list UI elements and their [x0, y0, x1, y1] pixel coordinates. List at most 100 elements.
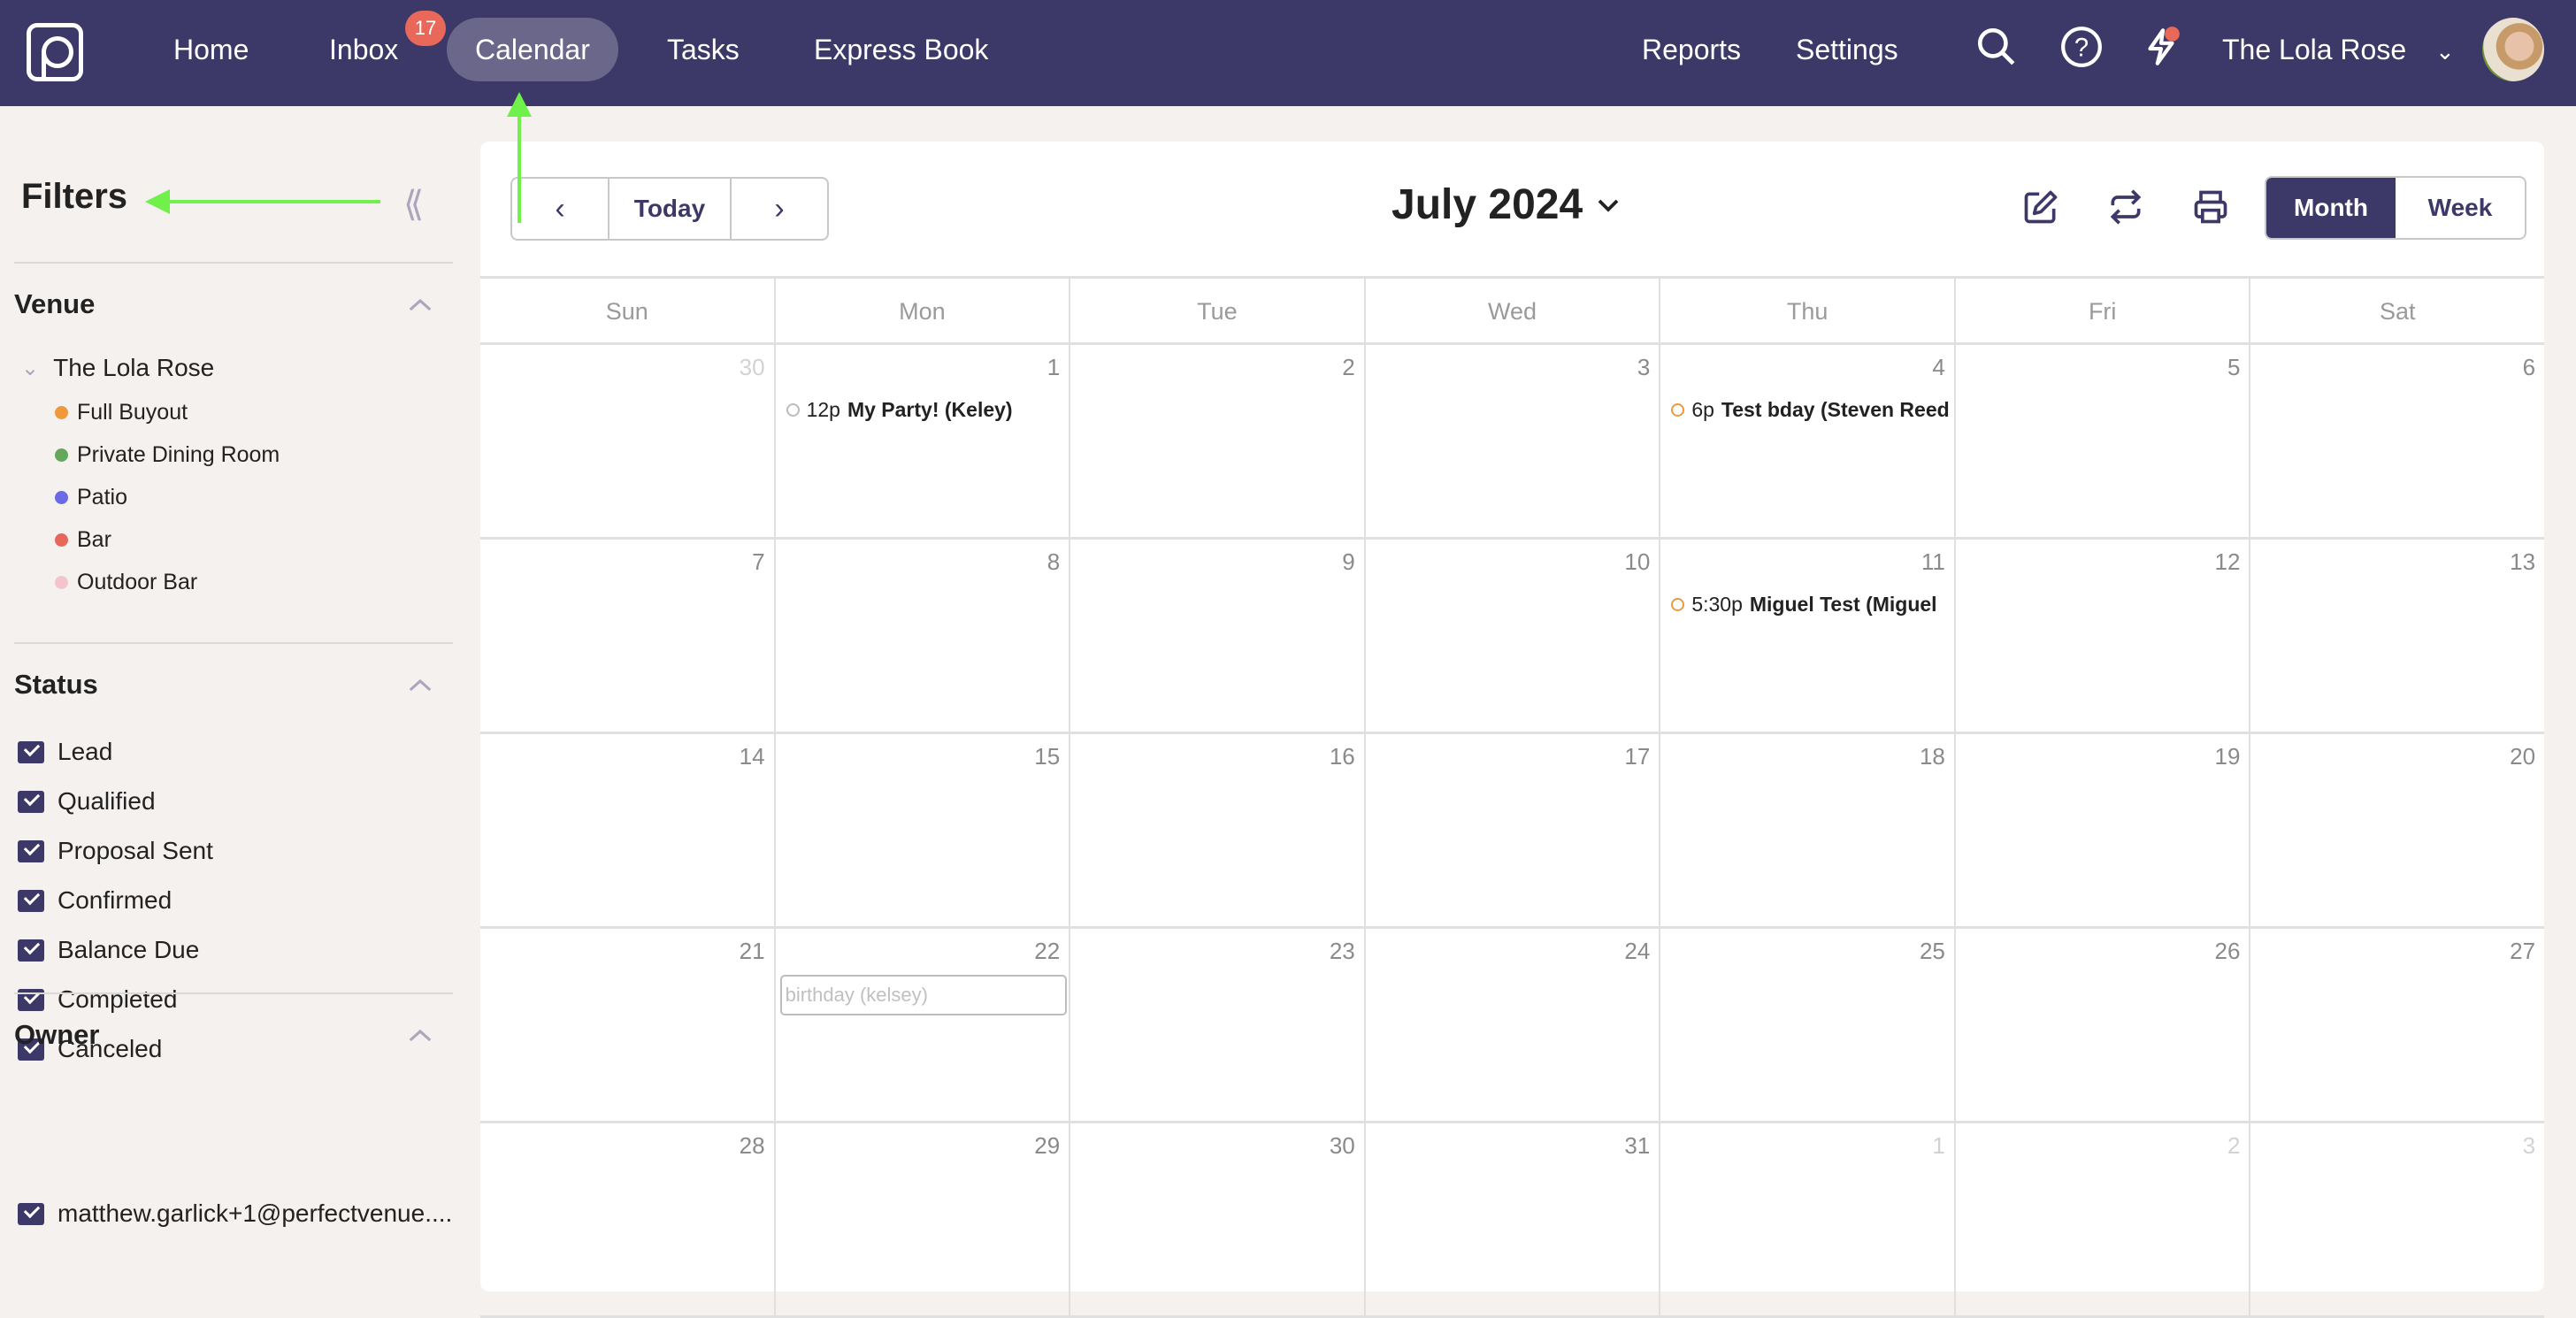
nav-express-book[interactable]: Express Book [786, 18, 1016, 81]
checkbox-checked-icon[interactable] [18, 1202, 44, 1225]
checkbox-checked-icon[interactable] [18, 939, 44, 962]
divider [14, 262, 453, 264]
user-avatar[interactable] [2482, 18, 2544, 81]
day-number: 13 [2510, 548, 2536, 575]
day-cell[interactable]: 13 [2249, 540, 2544, 732]
venue-space-item[interactable]: Bar [55, 527, 111, 553]
lightning-icon[interactable] [2139, 25, 2183, 69]
nav-tasks[interactable]: Tasks [639, 18, 768, 81]
day-number: 26 [2214, 938, 2241, 964]
day-cell[interactable]: 22 [773, 929, 1070, 1121]
checkbox-checked-icon[interactable] [18, 740, 44, 763]
divider [14, 992, 453, 994]
day-cell[interactable]: 30 [480, 345, 774, 537]
checkbox-checked-icon[interactable] [18, 790, 44, 813]
status-filter-item[interactable]: Confirmed [18, 886, 172, 915]
prev-month-button[interactable]: ‹ [512, 179, 608, 239]
day-cell[interactable]: 28 [480, 1123, 774, 1315]
day-number: 29 [1034, 1132, 1061, 1159]
nav-calendar[interactable]: Calendar [447, 18, 618, 81]
app-logo-icon[interactable] [27, 23, 83, 81]
chevron-up-icon[interactable] [407, 672, 433, 699]
day-cell[interactable]: 6 [2249, 345, 2544, 537]
day-number: 18 [1919, 743, 1945, 770]
day-number: 9 [1342, 548, 1355, 575]
status-filter-item[interactable]: Proposal Sent [18, 837, 213, 865]
day-number: 27 [2510, 938, 2536, 964]
calendar-event[interactable]: 5:30p Miguel Test (Miguel [1671, 593, 1954, 617]
calendar-event[interactable]: 12p My Party! (Keley) [786, 398, 1070, 422]
day-cell[interactable]: 16 [1069, 734, 1364, 926]
venue-tree-root[interactable]: ⌄ The Lola Rose [21, 354, 214, 382]
venue-space-label: Bar [77, 527, 111, 552]
day-cell[interactable]: 21 [480, 929, 774, 1121]
day-number: 24 [1624, 938, 1651, 964]
week-row: 21 22 23 24 25 26 27 [480, 929, 2544, 1123]
nav-settings[interactable]: Settings [1767, 18, 1927, 81]
day-cell[interactable]: 26 [1953, 929, 2250, 1121]
nav-reports[interactable]: Reports [1614, 18, 1769, 81]
new-event-input[interactable] [779, 975, 1067, 1015]
calendar-event[interactable]: 6p Test bday (Steven Reed [1671, 398, 1954, 422]
print-icon[interactable] [2191, 188, 2230, 226]
day-cell[interactable]: 2 [1069, 345, 1364, 537]
day-cell[interactable]: 31 [1363, 1123, 1660, 1315]
collapse-sidebar-icon[interactable]: ⟨⟨ [403, 184, 424, 225]
weekday-header: Tue [1069, 279, 1364, 342]
sync-icon[interactable] [2106, 188, 2145, 226]
week-view-button[interactable]: Week [2396, 178, 2525, 238]
venue-space-item[interactable]: Outdoor Bar [55, 570, 197, 595]
day-number: 3 [1637, 354, 1651, 380]
day-cell[interactable]: 8 [773, 540, 1070, 732]
day-cell[interactable]: 29 [773, 1123, 1070, 1315]
next-month-button[interactable]: › [732, 179, 827, 239]
checkbox-checked-icon[interactable] [18, 839, 44, 862]
day-cell[interactable]: 3 [1363, 345, 1660, 537]
day-cell[interactable]: 4 6p Test bday (Steven Reed [1659, 345, 1954, 537]
month-selector[interactable]: July 2024 [1392, 180, 1622, 229]
day-cell[interactable]: 24 [1363, 929, 1660, 1121]
day-cell[interactable]: 3 [2249, 1123, 2544, 1315]
nav-home[interactable]: Home [145, 18, 277, 81]
chevron-up-icon[interactable] [407, 292, 433, 318]
search-icon[interactable] [1974, 25, 2019, 69]
today-button[interactable]: Today [608, 179, 732, 239]
month-view-button[interactable]: Month [2266, 178, 2396, 238]
day-cell[interactable]: 27 [2249, 929, 2544, 1121]
day-cell[interactable]: 7 [480, 540, 774, 732]
day-cell[interactable]: 2 [1953, 1123, 2250, 1315]
day-cell[interactable]: 1 [1659, 1123, 1954, 1315]
day-cell[interactable]: 1 12p My Party! (Keley) [773, 345, 1070, 537]
venue-selector[interactable]: The Lola Rose ⌄ [2222, 18, 2455, 81]
day-cell[interactable]: 20 [2249, 734, 2544, 926]
day-cell[interactable]: 17 [1363, 734, 1660, 926]
checkbox-checked-icon[interactable] [18, 889, 44, 912]
chevron-up-icon[interactable] [407, 1023, 433, 1049]
day-cell[interactable]: 10 [1363, 540, 1660, 732]
status-filter-item[interactable]: Balance Due [18, 936, 199, 964]
status-label: Confirmed [58, 886, 172, 914]
day-cell[interactable]: 9 [1069, 540, 1364, 732]
venue-space-item[interactable]: Patio [55, 485, 127, 510]
status-filter-item[interactable]: Completed [18, 985, 177, 1014]
day-cell[interactable]: 5 [1953, 345, 2250, 537]
help-icon[interactable]: ? [2059, 25, 2104, 69]
owner-filter-item[interactable]: matthew.garlick+1@perfectvenue.... [18, 1199, 452, 1228]
day-cell[interactable]: 15 [773, 734, 1070, 926]
venue-space-item[interactable]: Private Dining Room [55, 442, 280, 468]
day-cell[interactable]: 19 [1953, 734, 2250, 926]
day-cell[interactable]: 12 [1953, 540, 2250, 732]
date-nav-group: ‹ Today › [510, 177, 829, 241]
status-filter-item[interactable]: Lead [18, 738, 112, 766]
status-filter-item[interactable]: Qualified [18, 787, 156, 816]
day-number: 25 [1919, 938, 1945, 964]
venue-space-item[interactable]: Full Buyout [55, 400, 188, 425]
day-cell[interactable]: 18 [1659, 734, 1954, 926]
day-cell[interactable]: 25 [1659, 929, 1954, 1121]
space-color-dot [55, 491, 68, 504]
day-cell[interactable]: 11 5:30p Miguel Test (Miguel [1659, 540, 1954, 732]
day-cell[interactable]: 14 [480, 734, 774, 926]
day-cell[interactable]: 30 [1069, 1123, 1364, 1315]
day-cell[interactable]: 23 [1069, 929, 1364, 1121]
edit-icon[interactable] [2021, 188, 2060, 226]
